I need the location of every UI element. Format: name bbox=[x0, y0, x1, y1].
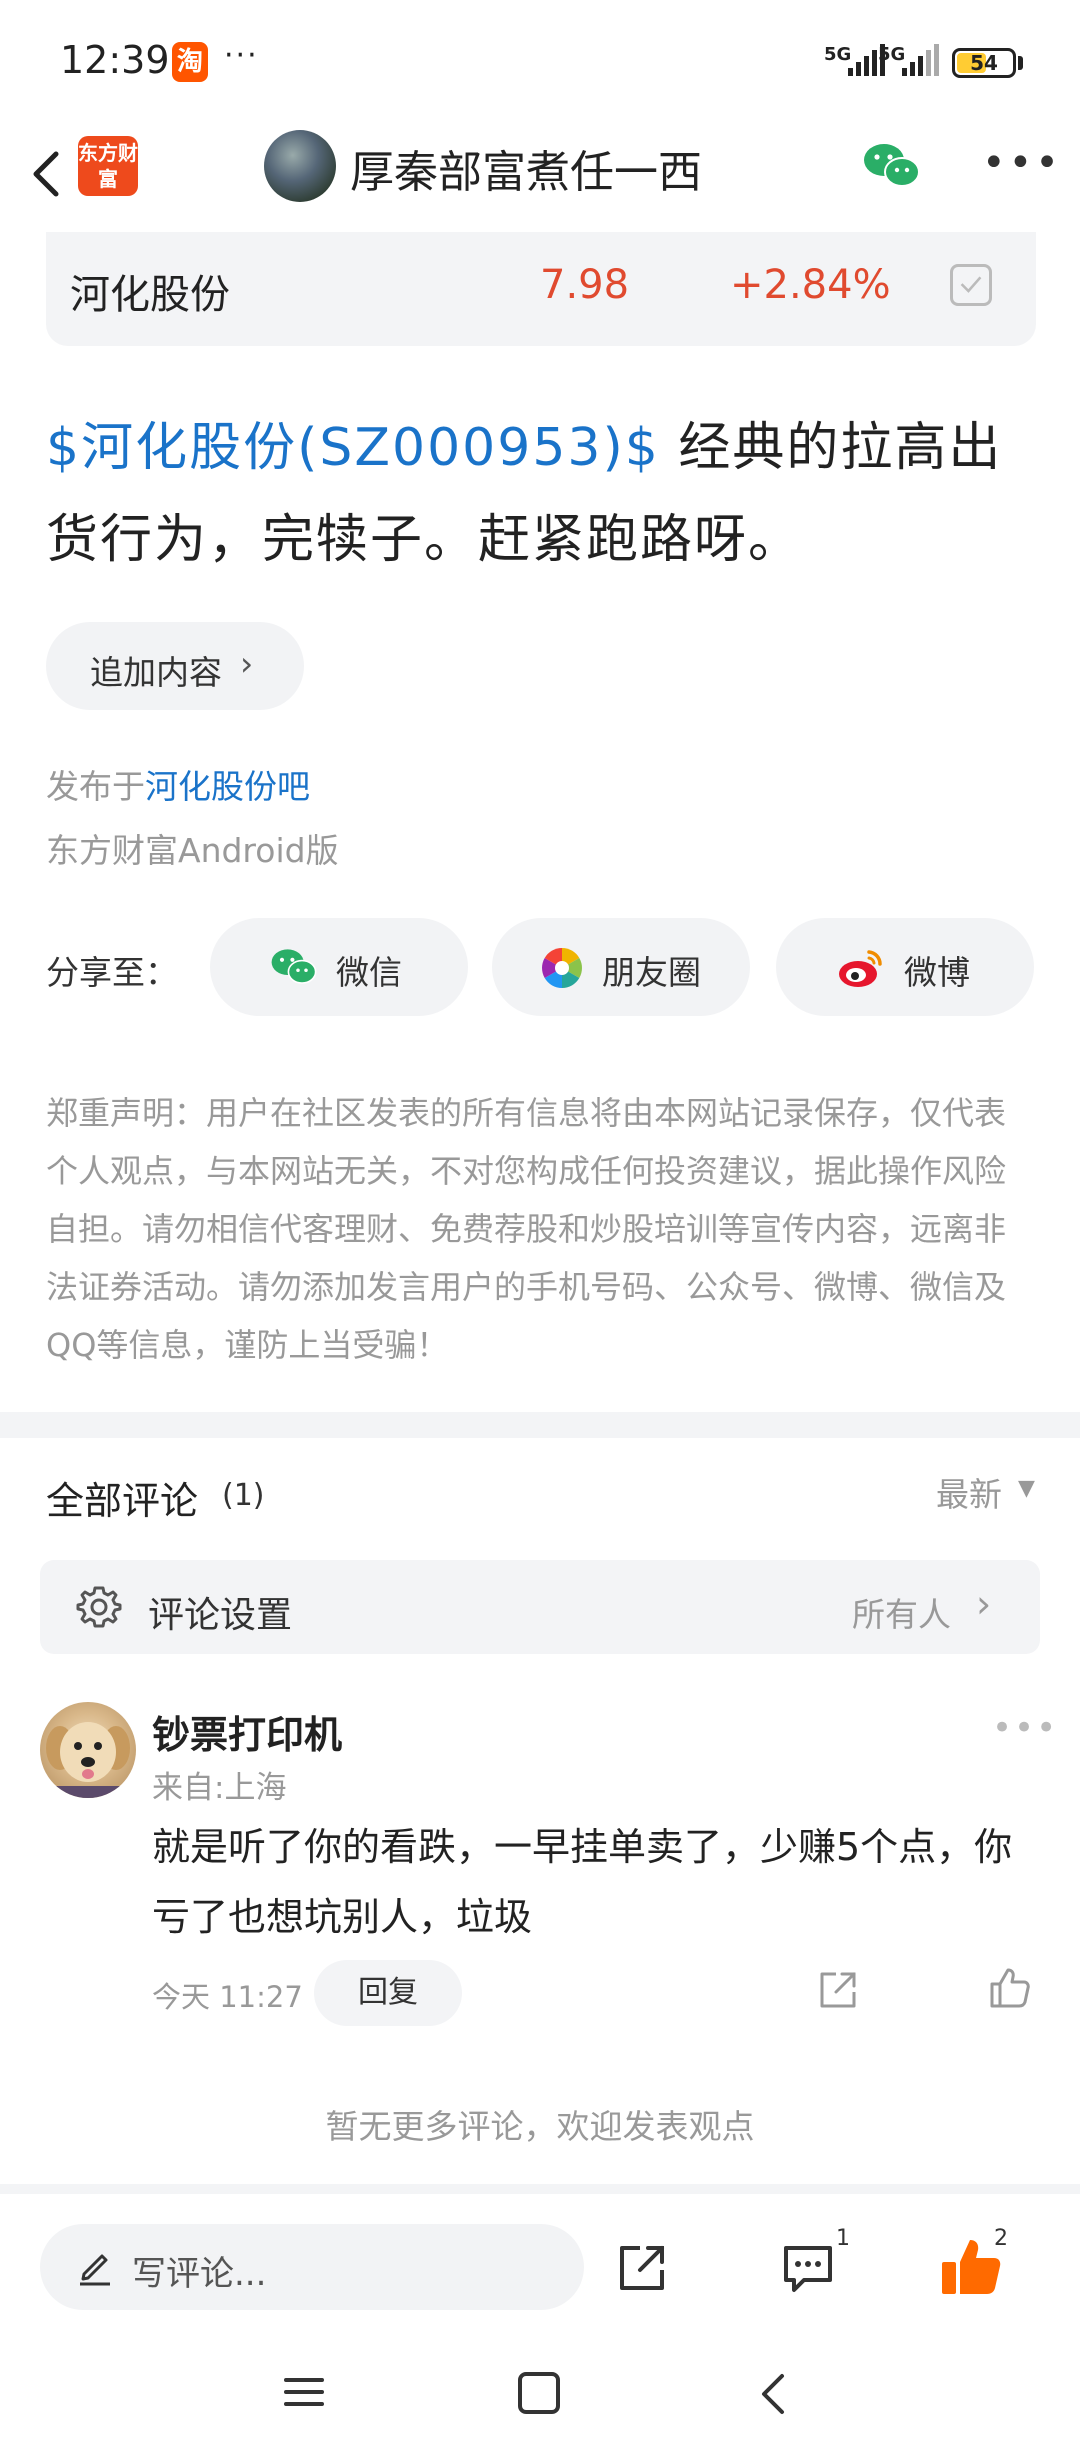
app-logo[interactable]: 东方财富 bbox=[78, 136, 138, 196]
add-content-label: 追加内容 bbox=[90, 653, 222, 692]
published-prefix: 发布于 bbox=[46, 767, 145, 806]
signal-strength-icon-2 bbox=[902, 44, 939, 76]
commenter-avatar[interactable] bbox=[40, 1702, 136, 1798]
published-in: 发布于河化股份吧 bbox=[46, 760, 310, 808]
commenter-name[interactable]: 钞票打印机 bbox=[152, 1704, 342, 1759]
taobao-notification-icon: 淘 bbox=[172, 42, 208, 82]
comments-count: (1) bbox=[222, 1478, 265, 1513]
back-arrow-icon[interactable] bbox=[20, 132, 80, 212]
stock-tag-link[interactable]: $河化股份(SZ000953)$ bbox=[46, 418, 660, 478]
post-content: $河化股份(SZ000953)$ 经典的拉高出货行为，完犊子。赶紧跑路呀。 bbox=[46, 402, 1036, 586]
pencil-icon bbox=[80, 2254, 110, 2286]
moments-icon bbox=[542, 948, 582, 988]
disclaimer-text: 郑重声明：用户在社区发表的所有信息将由本网站记录保存，仅代表个人观点，与本网站无… bbox=[46, 1094, 1007, 1364]
battery-icon: 54 bbox=[952, 48, 1016, 78]
share-wechat-label: 微信 bbox=[336, 953, 402, 992]
chevron-right-icon: › bbox=[976, 1582, 992, 1626]
section-divider bbox=[0, 1412, 1080, 1438]
comment-text: 就是听了你的看跌，一早挂单卖了，少赚5个点，你亏了也想坑别人，垃圾 bbox=[152, 1825, 1013, 1939]
share-label: 分享至： bbox=[46, 953, 178, 992]
bottom-divider bbox=[0, 2184, 1080, 2194]
chevron-right-icon: › bbox=[240, 644, 254, 683]
wechat-icon[interactable] bbox=[862, 140, 922, 192]
more-icon[interactable]: ••• bbox=[982, 140, 1062, 186]
comment-icon[interactable] bbox=[780, 2240, 836, 2296]
stock-name: 河化股份 bbox=[70, 272, 230, 318]
share-weibo-label: 微博 bbox=[904, 953, 970, 992]
commenter-location: 来自:上海 bbox=[152, 1770, 287, 1806]
battery-level: 54 bbox=[970, 51, 998, 75]
status-more-dots: ··· bbox=[224, 38, 259, 73]
dog-avatar-image bbox=[40, 1722, 136, 1798]
share-icon[interactable] bbox=[614, 2240, 670, 2296]
no-more-comments: 暂无更多评论，欢迎发表观点 bbox=[325, 2107, 755, 2146]
author-name[interactable]: 厚秦部富煮任一西 bbox=[350, 136, 702, 200]
comment-time: 今天 11:27 bbox=[152, 1980, 303, 2014]
write-comment-input[interactable] bbox=[40, 2224, 584, 2310]
comments-title: 全部评论 bbox=[46, 1479, 199, 1523]
watchlist-checkbox-icon[interactable] bbox=[950, 264, 992, 306]
comment-settings-label: 评论设置 bbox=[148, 1595, 293, 1636]
comment-settings-value: 所有人 bbox=[852, 1595, 951, 1634]
battery-tip bbox=[1018, 56, 1023, 70]
stock-price: 7.98 bbox=[540, 262, 630, 308]
share-icon[interactable] bbox=[814, 1966, 862, 2014]
author-avatar[interactable] bbox=[264, 130, 336, 202]
thumbs-up-icon[interactable] bbox=[986, 1964, 1034, 2012]
stock-change: +2.84% bbox=[730, 262, 891, 308]
wechat-icon bbox=[271, 949, 317, 984]
caret-down-icon[interactable]: ▼ bbox=[1018, 1476, 1035, 1501]
forum-link[interactable]: 河化股份吧 bbox=[145, 767, 310, 806]
home-icon[interactable] bbox=[518, 2372, 560, 2414]
weibo-icon bbox=[839, 950, 882, 987]
client-info: 东方财富Android版 bbox=[46, 831, 339, 870]
comment-more-icon[interactable]: ••• bbox=[992, 1708, 1058, 1748]
reply-button[interactable]: 回复 bbox=[314, 1960, 462, 2026]
gear-icon bbox=[76, 1586, 122, 1628]
recent-apps-icon[interactable] bbox=[282, 2370, 326, 2414]
sort-dropdown[interactable]: 最新 bbox=[936, 1468, 1002, 1516]
comment-count-badge: 1 bbox=[836, 2226, 850, 2251]
status-time: 12:39 bbox=[60, 38, 170, 82]
share-moments-label: 朋友圈 bbox=[602, 953, 701, 992]
system-back-icon[interactable] bbox=[758, 2372, 788, 2416]
write-comment-placeholder: 写评论... bbox=[132, 2254, 267, 2294]
like-count-badge: 2 bbox=[994, 2226, 1008, 2251]
